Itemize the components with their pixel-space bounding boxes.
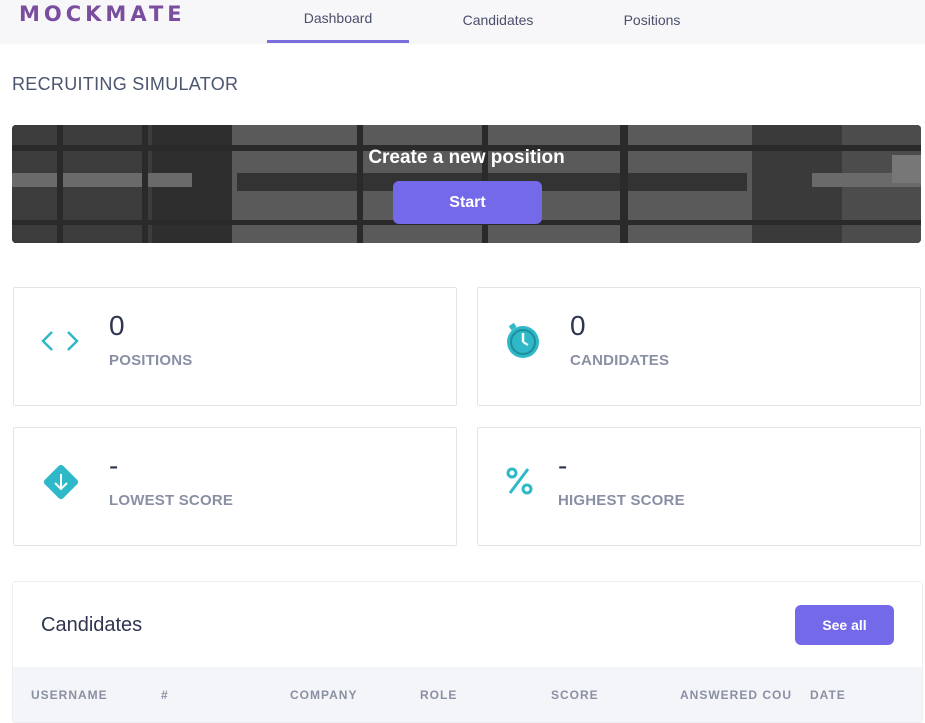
candidates-panel: Candidates See all USERNAME # COMPANY RO…: [12, 581, 923, 723]
top-navbar: MOCKMATE Dashboard Candidates Positions: [0, 0, 925, 44]
column-header-username[interactable]: USERNAME: [31, 688, 141, 702]
tab-dashboard[interactable]: Dashboard: [267, 0, 409, 43]
percent-icon: [506, 467, 533, 495]
column-header-role[interactable]: ROLE: [420, 688, 530, 702]
code-icon: [41, 331, 79, 351]
arrow-down-diamond-icon: [43, 464, 79, 500]
candidates-label: CANDIDATES: [570, 352, 670, 369]
tab-candidates[interactable]: Candidates: [440, 0, 556, 40]
banner-title: Create a new position: [368, 147, 565, 168]
column-header-number[interactable]: #: [161, 688, 201, 702]
tab-candidates-label: Candidates: [462, 12, 534, 28]
highest-score-value: -: [558, 450, 568, 481]
candidates-panel-title: Candidates: [41, 614, 143, 636]
stat-card-highest-score: - HIGHEST SCORE: [477, 427, 921, 546]
column-header-answered-count[interactable]: ANSWERED COUNT: [680, 688, 791, 702]
tab-dashboard-label: Dashboard: [303, 10, 373, 26]
lowest-score-label: LOWEST SCORE: [109, 492, 234, 509]
stat-card-positions: 0 POSITIONS: [13, 287, 457, 406]
stopwatch-icon: [507, 322, 539, 358]
candidates-count: 0: [570, 310, 586, 341]
column-header-score[interactable]: SCORE: [551, 688, 661, 702]
see-all-button[interactable]: See all: [795, 605, 894, 645]
stat-card-lowest-score: - LOWEST SCORE: [13, 427, 457, 546]
tab-positions-label: Positions: [623, 12, 681, 28]
stat-card-candidates: 0 CANDIDATES: [477, 287, 921, 406]
logo[interactable]: MOCKMATE: [19, 2, 186, 26]
positions-label: POSITIONS: [109, 352, 193, 369]
column-header-company[interactable]: COMPANY: [290, 688, 400, 702]
positions-count: 0: [109, 310, 125, 341]
start-button[interactable]: Start: [393, 181, 542, 224]
create-position-banner: Create a new position Start: [12, 125, 921, 243]
lowest-score-value: -: [109, 450, 119, 481]
tab-positions[interactable]: Positions: [600, 0, 704, 40]
highest-score-label: HIGHEST SCORE: [558, 492, 685, 509]
page-title: RECRUITING SIMULATOR: [12, 74, 239, 94]
column-header-date[interactable]: DATE: [810, 688, 910, 702]
